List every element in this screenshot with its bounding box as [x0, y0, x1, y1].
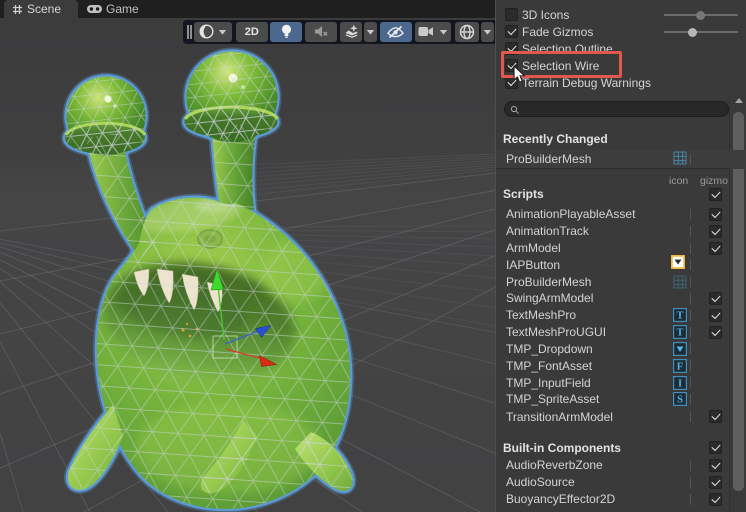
svg-text:S: S: [677, 395, 683, 406]
svg-text:F: F: [677, 361, 683, 372]
svg-text:I: I: [678, 378, 682, 389]
svg-text:T: T: [676, 328, 683, 339]
svg-text:T: T: [676, 311, 683, 322]
